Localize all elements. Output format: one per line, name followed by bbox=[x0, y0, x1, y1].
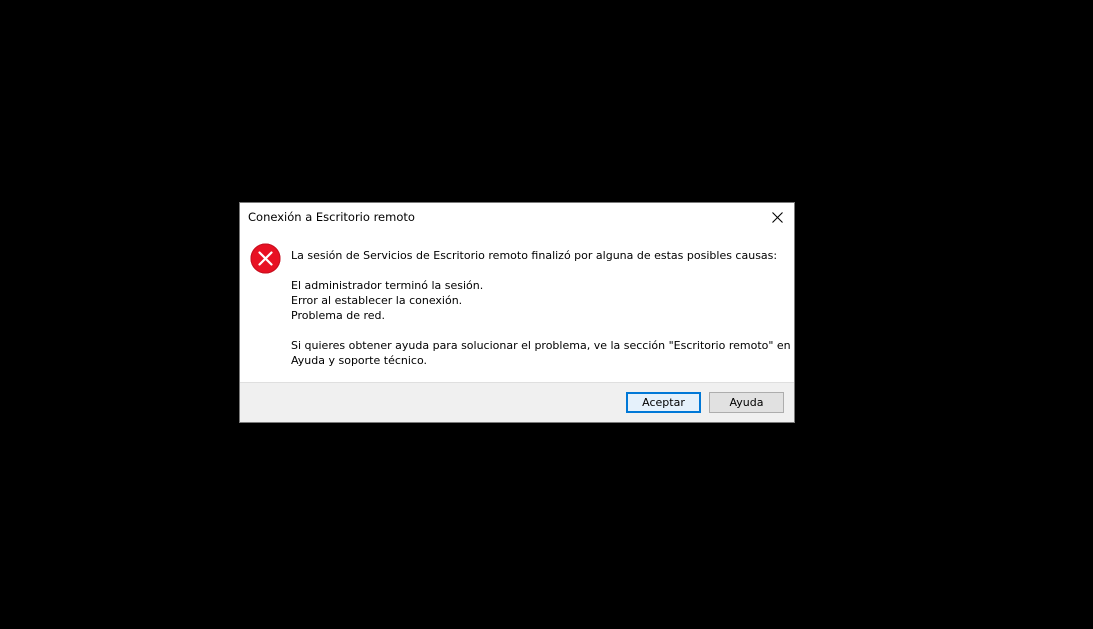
dialog-titlebar[interactable]: Conexión a Escritorio remoto bbox=[240, 203, 794, 231]
cause-item: Error al establecer la conexión. bbox=[291, 294, 463, 307]
cause-item: Problema de red. bbox=[291, 309, 385, 322]
error-icon bbox=[250, 243, 281, 274]
desktop-background: Conexión a Escritorio remoto La sesión d… bbox=[0, 0, 1093, 629]
dialog-title: Conexión a Escritorio remoto bbox=[248, 210, 415, 224]
error-message: La sesión de Servicios de Escritorio rem… bbox=[291, 248, 791, 368]
accept-button[interactable]: Aceptar bbox=[626, 392, 701, 413]
close-icon bbox=[771, 211, 783, 223]
close-button[interactable] bbox=[760, 203, 794, 231]
cause-item: El administrador terminó la sesión. bbox=[291, 279, 484, 292]
help-text-line1: Si quieres obtener ayuda para solucionar… bbox=[291, 339, 791, 352]
help-button[interactable]: Ayuda bbox=[709, 392, 784, 413]
dialog-content: La sesión de Servicios de Escritorio rem… bbox=[240, 231, 794, 382]
help-text-line2: Ayuda y soporte técnico. bbox=[291, 354, 427, 367]
message-intro: La sesión de Servicios de Escritorio rem… bbox=[291, 249, 778, 262]
dialog-button-bar: Aceptar Ayuda bbox=[240, 382, 794, 422]
remote-desktop-error-dialog: Conexión a Escritorio remoto La sesión d… bbox=[239, 202, 795, 423]
